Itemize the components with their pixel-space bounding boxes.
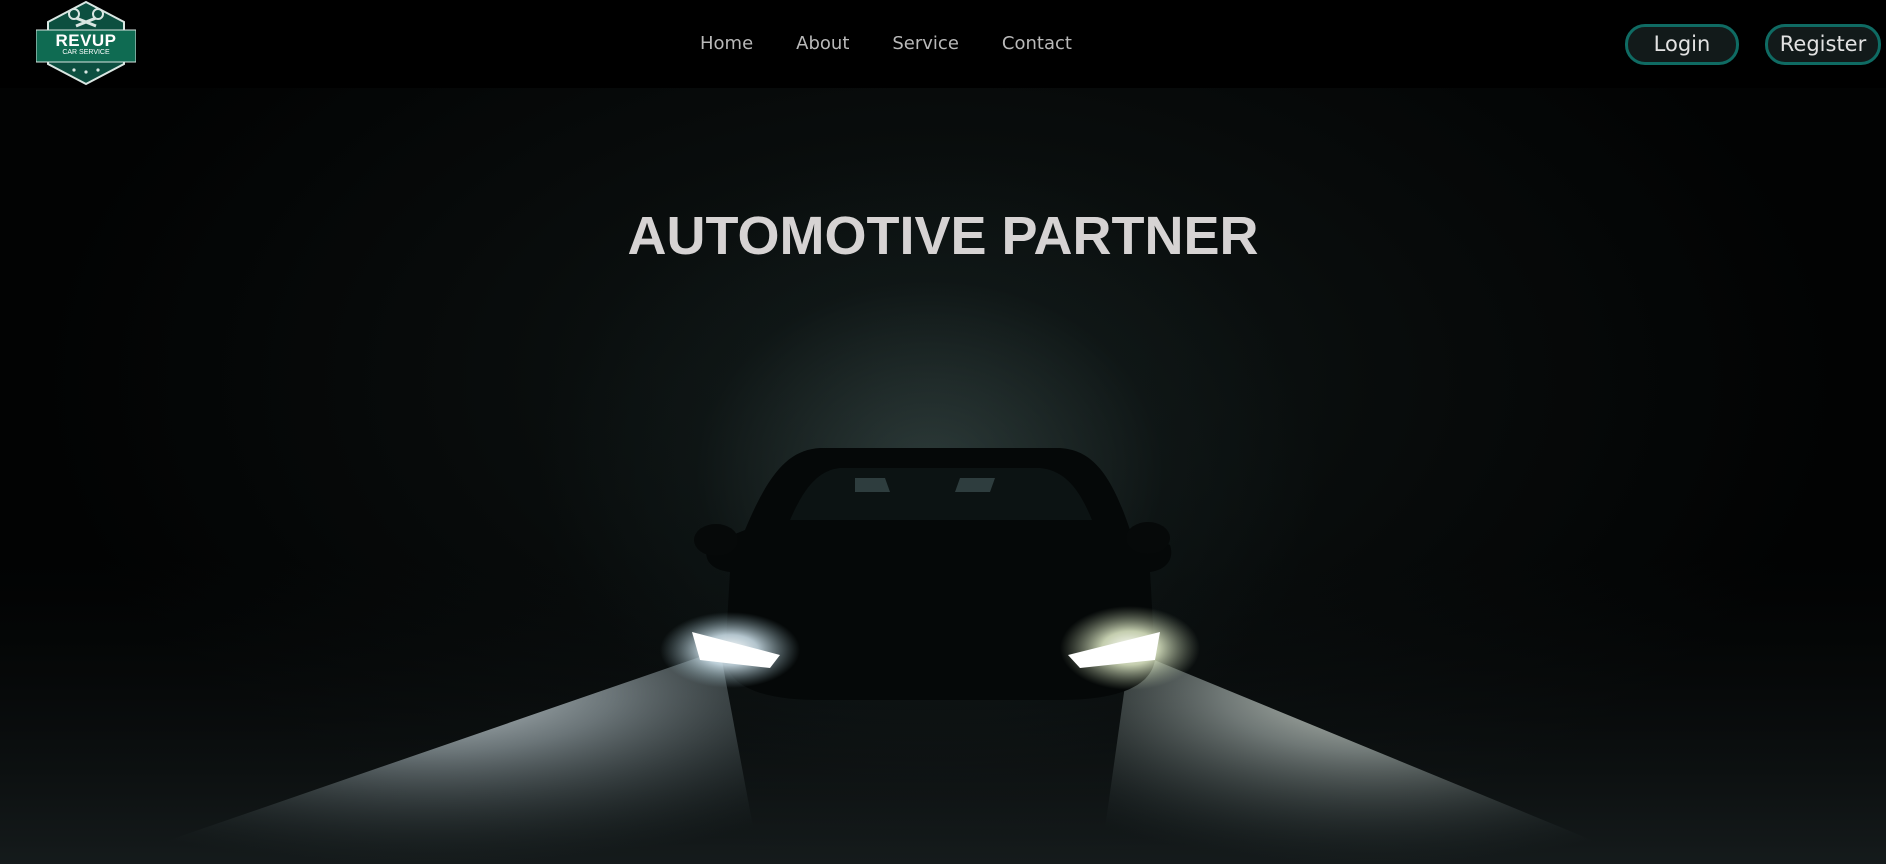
nav-link-home[interactable]: Home — [700, 32, 753, 56]
top-nav-bar: REVUP CAR SERVICE Home About Service Con… — [0, 0, 1886, 88]
login-button[interactable]: Login — [1625, 24, 1739, 65]
main-nav: Home About Service Contact — [700, 32, 1115, 56]
nav-link-about[interactable]: About — [796, 32, 849, 56]
logo-subtitle: CAR SERVICE — [62, 49, 110, 56]
logo-title: REVUP — [55, 31, 117, 50]
landing-page: REVUP CAR SERVICE Home About Service Con… — [0, 0, 1886, 864]
revup-logo[interactable]: REVUP CAR SERVICE — [36, 0, 136, 86]
nav-link-service[interactable]: Service — [892, 32, 959, 56]
nav-link-contact[interactable]: Contact — [1002, 32, 1072, 56]
register-button[interactable]: Register — [1765, 24, 1881, 65]
hero-car-image — [0, 448, 1886, 864]
hero-title: AUTOMOTIVE PARTNER — [627, 206, 1259, 266]
